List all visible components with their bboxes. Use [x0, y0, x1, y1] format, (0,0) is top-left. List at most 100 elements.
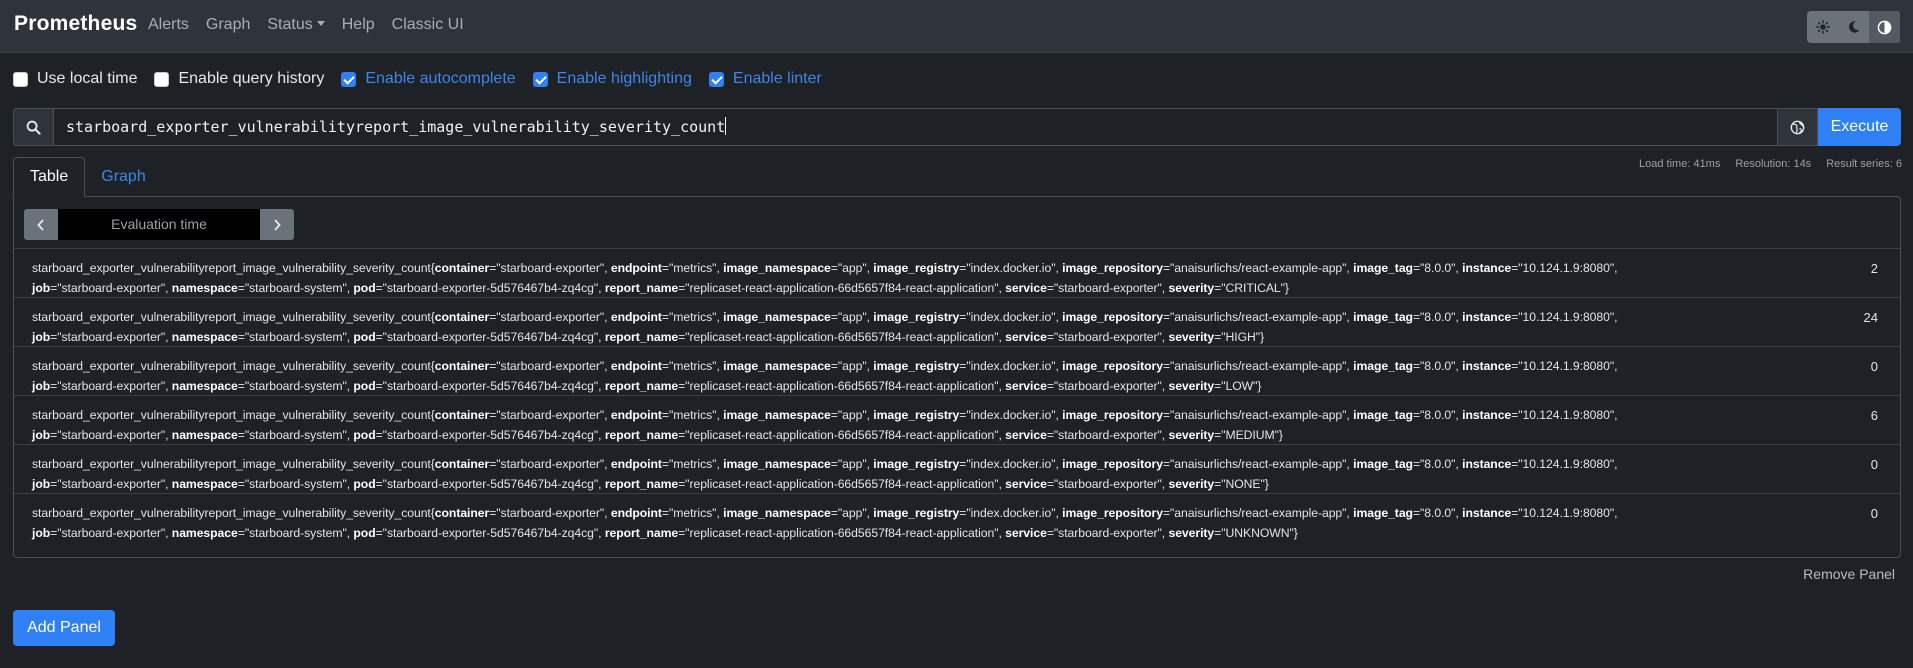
label-value: 8.0.0 — [1424, 310, 1452, 324]
label-value: starboard-exporter — [1058, 427, 1158, 442]
enable-autocomplete-option[interactable]: Enable autocomplete — [341, 70, 516, 88]
label-value: starboard-exporter — [61, 329, 161, 344]
label-value: starboard-exporter-5d576467b4-zq4cg — [386, 280, 594, 295]
label-value: metrics — [673, 457, 713, 471]
resolution: Resolution: 14s — [1735, 158, 1812, 170]
series-label: starboard_exporter_vulnerabilityreport_i… — [32, 408, 1618, 442]
table-row: starboard_exporter_vulnerabilityreport_i… — [14, 444, 1900, 493]
sun-icon[interactable] — [1807, 11, 1838, 43]
label-value: metrics — [673, 310, 713, 324]
nav-link-help[interactable]: Help — [342, 16, 375, 34]
label-value: starboard-exporter-5d576467b4-zq4cg — [386, 476, 594, 491]
label-key: report_name — [604, 280, 679, 295]
enable-query-history-option[interactable]: Enable query history — [154, 70, 324, 88]
label-value: index.docker.io — [970, 457, 1052, 471]
label-key: instance — [1462, 408, 1512, 422]
chevron-right-icon[interactable] — [260, 209, 294, 240]
label-key: severity — [1168, 280, 1215, 295]
label-key: endpoint — [610, 261, 662, 275]
label-key: image_repository — [1062, 359, 1163, 373]
label-key: report_name — [604, 525, 679, 540]
sample-value: 0 — [1870, 457, 1878, 472]
label-key: endpoint — [610, 359, 662, 373]
nav-link-status[interactable]: Status — [267, 16, 325, 34]
label-key: image_tag — [1353, 310, 1413, 324]
nav-link-classic-ui[interactable]: Classic UI — [392, 16, 464, 34]
contrast-icon[interactable] — [1869, 11, 1900, 43]
label-value: metrics — [673, 506, 713, 520]
label-value: starboard-exporter — [1058, 329, 1158, 344]
label-key: severity — [1168, 427, 1215, 442]
brand-logo[interactable]: Prometheus — [14, 12, 137, 36]
result-series: Result series: 6 — [1826, 158, 1902, 170]
label-key: instance — [1462, 310, 1512, 324]
label-key: container — [434, 261, 490, 275]
metric-name: starboard_exporter_vulnerabilityreport_i… — [32, 506, 431, 520]
chevron-left-icon[interactable] — [24, 209, 58, 240]
table-row: starboard_exporter_vulnerabilityreport_i… — [14, 346, 1900, 395]
tab-graph[interactable]: Graph — [85, 157, 161, 197]
enable-autocomplete-checkbox[interactable] — [341, 71, 357, 87]
execute-button[interactable]: Execute — [1818, 108, 1901, 146]
expression-input[interactable]: starboard_exporter_vulnerabilityreport_i… — [54, 108, 1778, 146]
use-local-time-label: Use local time — [37, 70, 138, 87]
label-key: image_tag — [1353, 457, 1413, 471]
label-value: starboard-exporter — [500, 310, 600, 324]
enable-highlighting-checkbox[interactable] — [532, 71, 548, 87]
globe-icon[interactable] — [1778, 108, 1818, 146]
label-value: anaisurlichs/react-example-app — [1174, 506, 1343, 520]
label-value: metrics — [673, 408, 713, 422]
label-key: image_tag — [1353, 506, 1413, 520]
label-value: starboard-exporter-5d576467b4-zq4cg — [386, 329, 594, 344]
label-value: 10.124.1.9:8080 — [1522, 408, 1610, 422]
label-key: image_registry — [873, 310, 960, 324]
label-value: 10.124.1.9:8080 — [1522, 261, 1610, 275]
use-local-time-checkbox[interactable] — [13, 71, 28, 87]
label-key: endpoint — [610, 457, 662, 471]
label-key: report_name — [604, 329, 679, 344]
label-key: image_namespace — [723, 506, 831, 520]
moon-icon[interactable] — [1838, 11, 1869, 43]
remove-panel-link[interactable]: Remove Panel — [1803, 566, 1895, 582]
evaluation-time-group: Evaluation time — [24, 209, 294, 240]
label-value: metrics — [673, 261, 713, 275]
nav-link-graph[interactable]: Graph — [206, 16, 250, 34]
label-value: app — [842, 506, 863, 520]
label-key: image_registry — [873, 261, 960, 275]
label-value: app — [842, 359, 863, 373]
label-value: starboard-exporter-5d576467b4-zq4cg — [386, 427, 594, 442]
sample-value: 0 — [1870, 359, 1878, 374]
enable-linter-option[interactable]: Enable linter — [708, 70, 822, 88]
enable-highlighting-option[interactable]: Enable highlighting — [532, 70, 692, 88]
label-key: job — [32, 476, 51, 491]
label-value: anaisurlichs/react-example-app — [1174, 261, 1343, 275]
label-value: starboard-system — [249, 525, 343, 540]
nav-link-alerts[interactable]: Alerts — [148, 16, 189, 34]
caret-down-icon — [316, 21, 325, 26]
label-value: LOW — [1225, 378, 1254, 393]
label-value: NONE — [1225, 476, 1261, 491]
label-key: namespace — [171, 476, 238, 491]
enable-query-history-checkbox[interactable] — [154, 71, 170, 87]
text-cursor — [725, 117, 727, 135]
series-label: starboard_exporter_vulnerabilityreport_i… — [32, 457, 1618, 491]
label-key: namespace — [171, 525, 238, 540]
label-key: severity — [1168, 329, 1215, 344]
evaluation-time-input[interactable]: Evaluation time — [58, 209, 260, 240]
enable-linter-checkbox[interactable] — [708, 71, 724, 87]
label-value: index.docker.io — [970, 506, 1052, 520]
series-label: starboard_exporter_vulnerabilityreport_i… — [32, 359, 1618, 393]
use-local-time-option[interactable]: Use local time — [13, 70, 137, 88]
metric-name: starboard_exporter_vulnerabilityreport_i… — [32, 408, 431, 422]
label-value: UNKNOWN — [1225, 525, 1290, 540]
label-key: job — [32, 329, 51, 344]
tab-table[interactable]: Table — [13, 157, 86, 197]
label-key: image_namespace — [723, 310, 831, 324]
label-value: 10.124.1.9:8080 — [1522, 457, 1610, 471]
label-value: starboard-exporter — [500, 457, 600, 471]
add-panel-button[interactable]: Add Panel — [13, 610, 115, 646]
label-value: starboard-exporter — [61, 280, 161, 295]
label-key: namespace — [171, 280, 238, 295]
label-key: image_tag — [1353, 359, 1413, 373]
label-value: starboard-exporter — [500, 261, 600, 275]
